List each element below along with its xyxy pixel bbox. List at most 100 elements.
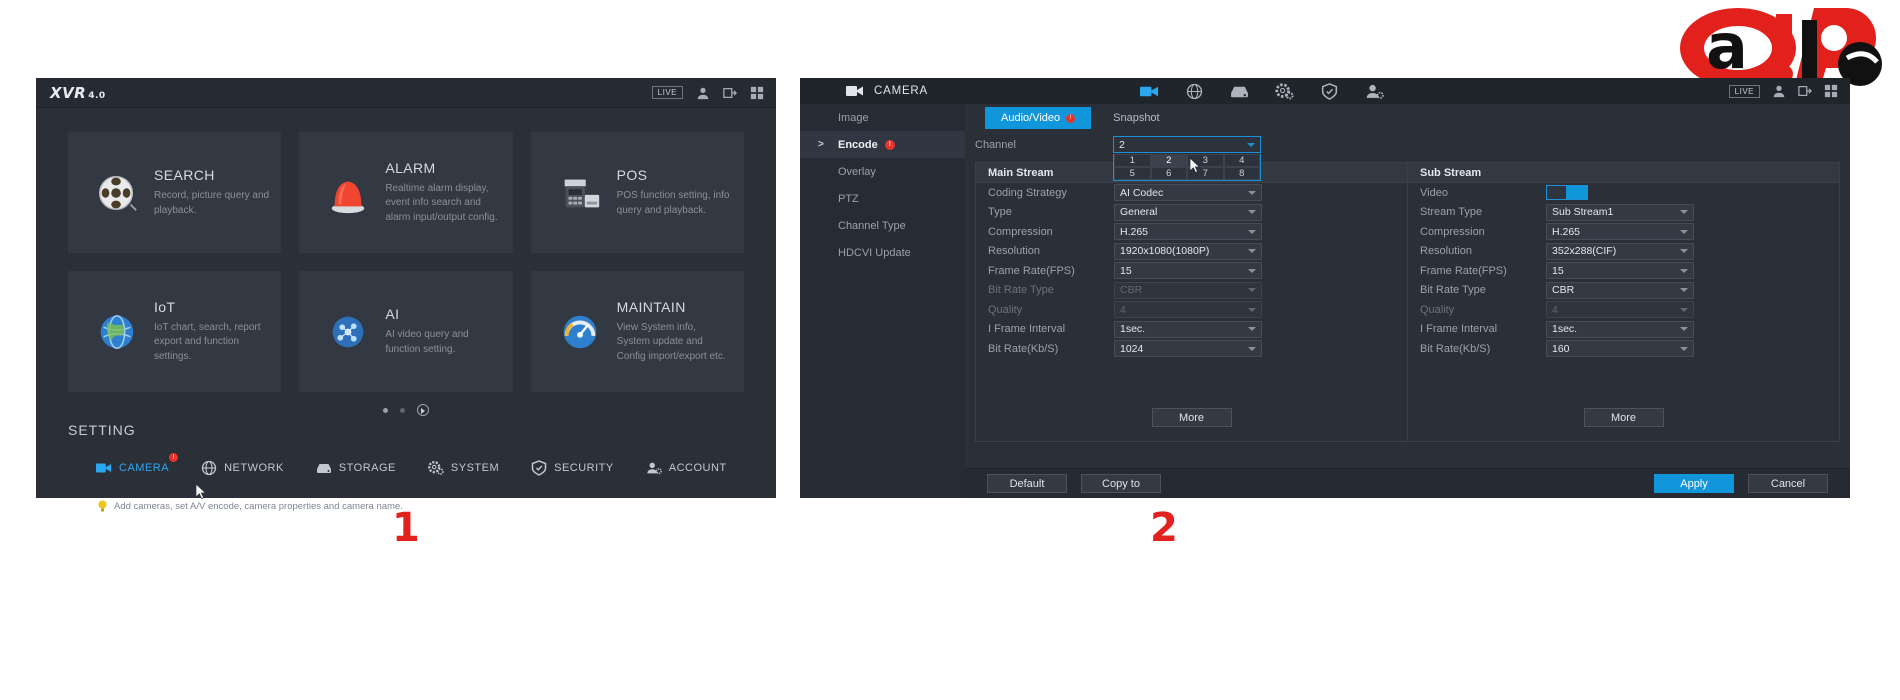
apply-button[interactable]: Apply	[1654, 474, 1734, 493]
sidebar-item-label: Overlay	[838, 165, 876, 178]
sidebar-item-encode[interactable]: > Encode !	[800, 131, 965, 158]
user-icon[interactable]	[1772, 84, 1786, 98]
field-value: 15	[1552, 264, 1564, 277]
home-card-search[interactable]: SEARCH Record, picture query and playbac…	[68, 132, 282, 253]
page-dot-1[interactable]	[383, 407, 388, 413]
sub-stream-header: Sub Stream	[1408, 163, 1839, 183]
home-card-title: IoT	[154, 298, 176, 315]
field-label: Type	[988, 206, 1012, 219]
sub-compression-select[interactable]: H.265	[1546, 223, 1694, 241]
frame-rate-select[interactable]: 15	[1114, 262, 1262, 280]
field-quality: Quality 4	[976, 300, 1407, 320]
grid-icon[interactable]	[750, 86, 764, 100]
i-frame-interval-select[interactable]: 1sec.	[1114, 320, 1262, 338]
field-value: 160	[1552, 342, 1570, 355]
home-card-pos[interactable]: POS POS function setting, info query and…	[530, 132, 744, 253]
video-toggle[interactable]	[1546, 185, 1588, 201]
sub-stream-more-button[interactable]: More	[1583, 408, 1664, 427]
sidebar-item-ptz[interactable]: PTZ	[800, 185, 965, 212]
copy-to-button[interactable]: Copy to	[1081, 474, 1161, 493]
field-bit-rate: Bit Rate(Kb/S) 1024	[976, 339, 1407, 359]
cancel-button[interactable]: Cancel	[1748, 474, 1828, 493]
live-badge[interactable]: LIVE	[1728, 84, 1760, 98]
hdd-icon[interactable]	[1230, 83, 1249, 100]
sub-frame-rate-select[interactable]: 15	[1546, 262, 1694, 280]
field-label: Bit Rate Type	[988, 284, 1054, 297]
shield-icon[interactable]	[1320, 82, 1339, 100]
resolution-select[interactable]: 1920x1080(1080P)	[1114, 242, 1262, 260]
gear-icon[interactable]	[1275, 82, 1294, 100]
field-value: AI Codec	[1120, 186, 1164, 199]
home-card-ai-text: AI AI video query and function setting.	[385, 306, 500, 357]
channel-option[interactable]: 5	[1114, 167, 1151, 180]
field-type: Type General	[976, 203, 1407, 223]
sub-bit-rate-type-select[interactable]: CBR	[1546, 281, 1694, 299]
home-card-title: AI	[385, 306, 400, 322]
camera-icon	[96, 463, 112, 473]
logout-icon[interactable]	[1798, 84, 1812, 98]
sidebar-item-hdcvi-update[interactable]: HDCVI Update	[800, 239, 965, 266]
sidebar-item-label: HDCVI Update	[838, 246, 911, 259]
user-icon[interactable]	[696, 86, 710, 100]
channel-dropdown-list: 1 2 3 4 5 6 7 8	[1113, 154, 1261, 181]
main-stream-more-button[interactable]: More	[1151, 408, 1232, 427]
channel-option[interactable]: 2	[1150, 154, 1187, 167]
home-card-iot[interactable]: IoT IoT chart, search, report export and…	[68, 271, 282, 392]
channel-value: 2	[1119, 138, 1125, 151]
screenshot-root: a XVR 4.0 LIVE SEARCH Record, picture qu…	[0, 0, 1900, 700]
grid-icon[interactable]	[1824, 84, 1838, 98]
default-button[interactable]: Default	[987, 474, 1067, 493]
tab-snapshot[interactable]: Snapshot	[1097, 107, 1175, 129]
setting-item-network[interactable]: NETWORK	[201, 460, 284, 476]
field-bit-rate-type: Bit Rate Type CBR	[1408, 281, 1839, 301]
channel-select[interactable]: 2	[1113, 136, 1261, 153]
svg-text:a: a	[1706, 10, 1748, 83]
field-frame-rate: Frame Rate(FPS) 15	[1408, 261, 1839, 281]
channel-option[interactable]: 8	[1223, 167, 1260, 180]
tab-label: Snapshot	[1113, 112, 1160, 124]
setting-heading: SETTING	[68, 422, 136, 438]
tab-audio-video[interactable]: Audio/Video !	[985, 107, 1092, 129]
field-label: Compression	[1420, 225, 1485, 238]
field-label: Bit Rate(Kb/S)	[988, 342, 1059, 355]
pos-terminal-icon	[564, 179, 599, 207]
logout-icon[interactable]	[723, 86, 737, 100]
sub-bit-rate-select[interactable]: 160	[1546, 340, 1694, 358]
channel-option[interactable]: 1	[1114, 154, 1151, 167]
home-card-maintain[interactable]: MAINTAIN View System info, System update…	[530, 271, 744, 392]
field-resolution: Resolution 1920x1080(1080P)	[976, 242, 1407, 262]
network-globe-icon[interactable]	[1185, 83, 1204, 100]
setting-item-storage[interactable]: STORAGE	[316, 460, 396, 476]
sub-i-frame-interval-select[interactable]: 1sec.	[1546, 320, 1694, 338]
sidebar-item-channel-type[interactable]: Channel Type	[800, 212, 965, 239]
chevron-down-icon	[1248, 268, 1256, 273]
field-frame-rate: Frame Rate(FPS) 15	[976, 261, 1407, 281]
compression-select[interactable]: H.265	[1114, 223, 1262, 241]
setting-item-system[interactable]: SYSTEM	[427, 460, 499, 476]
sub-resolution-select[interactable]: 352x288(CIF)	[1546, 242, 1694, 260]
home-card-iot-text: IoT IoT chart, search, report export and…	[154, 299, 269, 365]
channel-option[interactable]: 6	[1150, 167, 1187, 180]
sidebar-item-overlay[interactable]: Overlay	[800, 158, 965, 185]
coding-strategy-select[interactable]: AI Codec	[1114, 184, 1262, 202]
setting-item-account[interactable]: ACCOUNT	[646, 460, 727, 476]
field-value: 1024	[1120, 342, 1144, 355]
type-select[interactable]: General	[1114, 203, 1262, 221]
next-page-arrow-icon[interactable]	[417, 404, 429, 416]
camera-icon[interactable]	[1140, 83, 1159, 100]
bit-rate-select[interactable]: 1024	[1114, 340, 1262, 358]
setting-item-security[interactable]: SECURITY	[531, 460, 614, 476]
sidebar-item-image[interactable]: Image	[800, 104, 965, 131]
page-dot-2[interactable]	[400, 407, 405, 413]
stream-type-select[interactable]: Sub Stream1	[1546, 203, 1694, 221]
field-bit-rate-type: Bit Rate Type CBR	[976, 281, 1407, 301]
panel1-topbar-actions: LIVE	[651, 86, 764, 100]
network-globe-icon	[201, 460, 217, 476]
field-value: CBR	[1552, 284, 1575, 297]
setting-item-camera[interactable]: CAMERA !	[96, 453, 179, 476]
live-badge[interactable]: LIVE	[651, 86, 683, 99]
home-card-alarm[interactable]: ALARM Realtime alarm display, event info…	[299, 132, 513, 253]
user-gear-icon[interactable]	[1365, 83, 1384, 100]
channel-option[interactable]: 4	[1223, 154, 1260, 167]
home-card-ai[interactable]: AI AI video query and function setting.	[299, 271, 513, 392]
